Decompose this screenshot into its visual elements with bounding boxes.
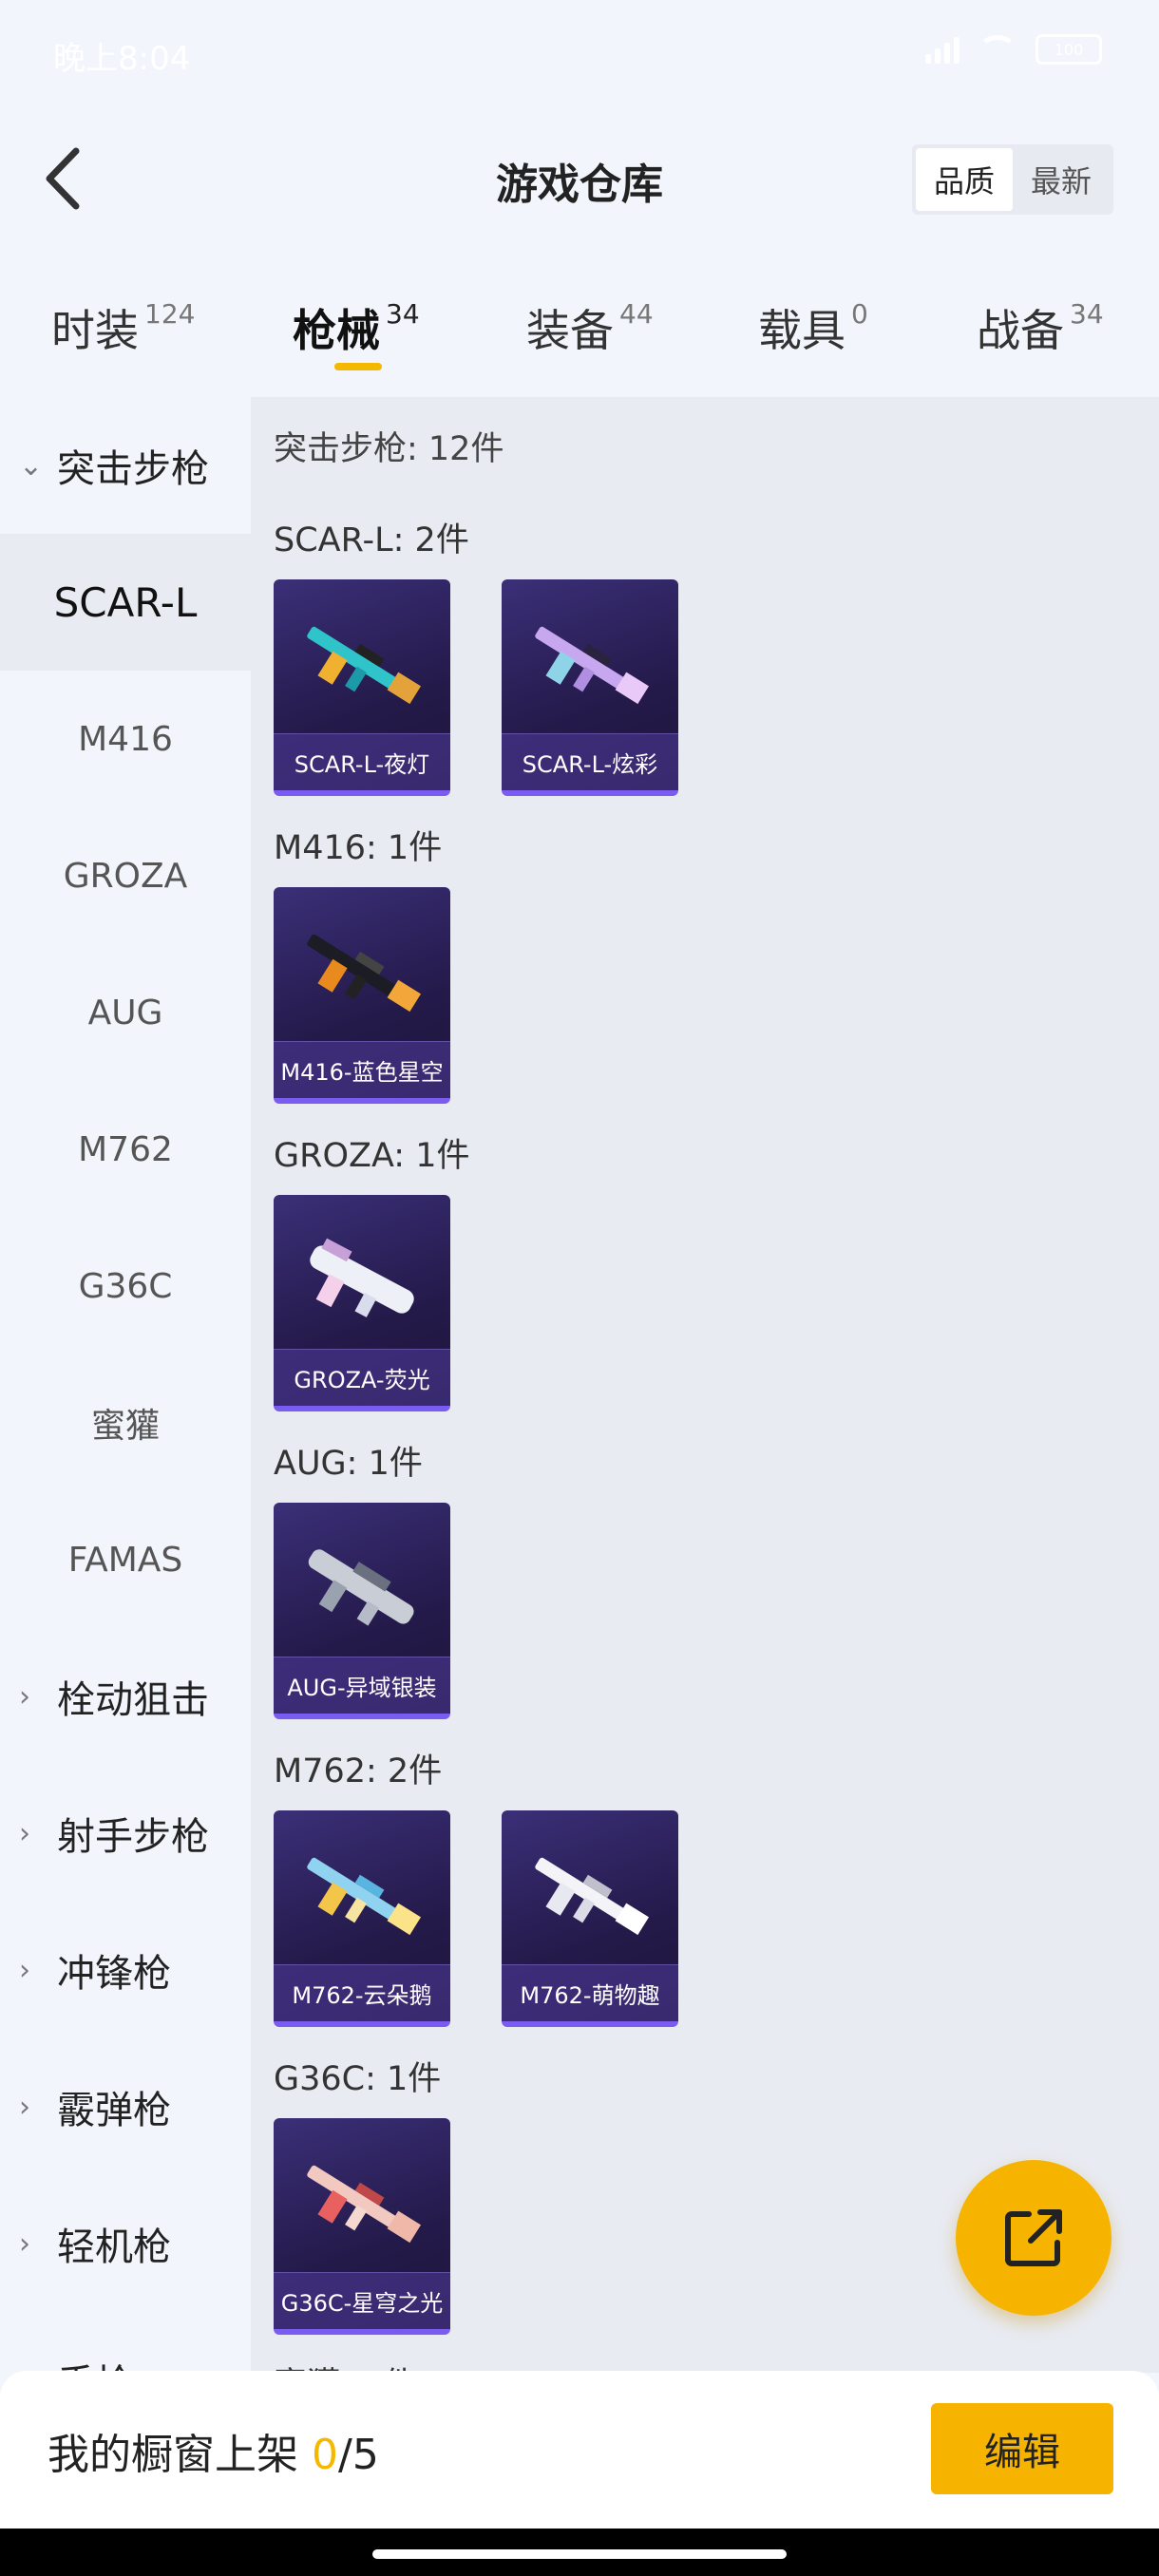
chevron-right-icon: ›: [19, 1816, 30, 1850]
sidebar-group-lmg[interactable]: › 轻机枪: [0, 2175, 251, 2312]
category-tabs: 时装 124 枪械 34 装备 44 载具 0 战备 34: [0, 275, 1159, 389]
section-title: SCAR-L: 2件: [274, 521, 469, 559]
tab-equipment[interactable]: 装备 44: [526, 296, 654, 359]
wifi-icon: [978, 35, 1016, 64]
section-title: G36C: 1件: [274, 2060, 442, 2098]
sidebar-item-aug[interactable]: AUG: [0, 944, 251, 1081]
rifle-icon: [307, 934, 422, 1013]
sidebar-group-label: 手枪: [57, 2353, 133, 2373]
sidebar-group-label: 射手步枪: [57, 1815, 209, 1859]
tab-label: 装备: [526, 305, 614, 356]
rifle-icon: [307, 1857, 422, 1936]
sidebar-item-groza[interactable]: GROZA: [0, 807, 251, 944]
sidebar-group-label: 冲锋枪: [57, 1952, 171, 1996]
item-card-label: M762-萌物趣: [502, 1964, 678, 2021]
tab-count: 44: [619, 298, 654, 330]
rifle-icon: [307, 626, 422, 705]
rifle-icon: [310, 1238, 414, 1317]
rifle-icon: [308, 1549, 414, 1626]
sidebar-group-label: 栓动狙击: [57, 1678, 209, 1722]
status-bar: 晚上8:04 100: [0, 0, 1159, 104]
sidebar-item-m416[interactable]: M416: [0, 671, 251, 807]
sidebar-group-label: 霰弹枪: [57, 2089, 171, 2132]
tab-vehicles[interactable]: 载具 0: [758, 296, 868, 359]
battery-level: 100: [1054, 40, 1084, 59]
home-indicator[interactable]: [372, 2549, 787, 2559]
item-grid-panel: 突击步枪: 12件 SCAR-L: 2件 SCAR-L-夜灯 SCAR-L-炫彩…: [251, 397, 1159, 2373]
section-title: M762: 2件: [274, 1752, 443, 1790]
tab-count: 34: [386, 298, 420, 330]
sidebar-group-assault-rifles[interactable]: ⌄ 突击步枪: [0, 397, 251, 534]
item-card[interactable]: M762-云朵鹅: [274, 1810, 450, 2027]
sidebar-group-dmr[interactable]: › 射手步枪: [0, 1765, 251, 1902]
sidebar-item-famas[interactable]: FAMAS: [0, 1491, 251, 1628]
item-card-label: M416-蓝色星空: [274, 1041, 450, 1098]
edit-button[interactable]: 编辑: [931, 2403, 1113, 2494]
item-card[interactable]: M762-萌物趣: [502, 1810, 678, 2027]
active-tab-indicator: [334, 363, 382, 370]
tab-count: 34: [1070, 298, 1104, 330]
sort-latest-button[interactable]: 最新: [1013, 148, 1110, 211]
tab-count: 124: [144, 298, 196, 330]
chevron-right-icon: ›: [19, 1679, 30, 1714]
tab-count: 0: [851, 298, 868, 330]
tab-label: 战备: [977, 305, 1064, 356]
sidebar-group-shotgun[interactable]: › 霰弹枪: [0, 2038, 251, 2175]
tab-label: 载具: [758, 305, 846, 356]
sidebar-group-label: 突击步枪: [57, 447, 209, 491]
external-link-icon: [1005, 2209, 1062, 2266]
sidebar-item-m762[interactable]: M762: [0, 1081, 251, 1218]
rifle-icon: [307, 2165, 422, 2244]
tab-label: 枪械: [293, 305, 380, 356]
status-icons: 100: [925, 34, 1102, 65]
sidebar-group-pistol[interactable]: › 手枪: [0, 2312, 251, 2373]
showcase-label: 我的橱窗上架: [48, 2431, 312, 2479]
category-title: 突击步枪: 12件: [274, 430, 504, 468]
sidebar-group-bolt-sniper[interactable]: › 栓动狙击: [0, 1628, 251, 1765]
showcase-total-count: /5: [338, 2431, 379, 2479]
tab-fashion[interactable]: 时装 124: [51, 296, 195, 359]
section-title: AUG: 1件: [274, 1445, 423, 1483]
rifle-icon: [535, 626, 650, 705]
tab-battle-prep[interactable]: 战备 34: [977, 296, 1104, 359]
header: 游戏仓库 品质 最新: [0, 123, 1159, 237]
sort-toggle: 品质 最新: [912, 144, 1113, 215]
battery-icon: 100: [1036, 34, 1102, 65]
item-card[interactable]: SCAR-L-夜灯: [274, 579, 450, 796]
sidebar-item-scar-l[interactable]: SCAR-L: [0, 534, 251, 671]
tab-label: 时装: [51, 305, 139, 356]
section-title: GROZA: 1件: [274, 1137, 470, 1175]
showcase-bar: 我的橱窗上架 0/5 编辑: [0, 2371, 1159, 2529]
chevron-right-icon: ›: [19, 1953, 30, 1987]
sidebar-item-honey-badger[interactable]: 蜜獾: [0, 1354, 251, 1491]
section-title: M416: 1件: [274, 829, 443, 867]
showcase-status: 我的橱窗上架 0/5: [48, 2420, 379, 2481]
status-time: 晚上8:04: [53, 40, 191, 78]
item-card-label: SCAR-L-炫彩: [502, 733, 678, 790]
item-card-label: G36C-星穹之光: [274, 2272, 450, 2329]
item-card-label: GROZA-荧光: [274, 1349, 450, 1406]
sidebar-item-g36c[interactable]: G36C: [0, 1218, 251, 1354]
chevron-right-icon: ›: [19, 2226, 30, 2261]
sidebar-group-label: 轻机枪: [57, 2226, 171, 2269]
system-nav-bar: [0, 2529, 1159, 2576]
share-button[interactable]: [956, 2160, 1112, 2316]
item-card[interactable]: SCAR-L-炫彩: [502, 579, 678, 796]
sidebar-group-smg[interactable]: › 冲锋枪: [0, 1902, 251, 2038]
tab-guns[interactable]: 枪械 34: [293, 296, 420, 359]
rifle-icon: [535, 1857, 650, 1936]
item-card-label: SCAR-L-夜灯: [274, 733, 450, 790]
sort-quality-button[interactable]: 品质: [916, 148, 1013, 211]
showcase-current-count: 0: [312, 2431, 338, 2479]
sidebar: ⌄ 突击步枪 SCAR-L M416 GROZA AUG M762 G36C 蜜…: [0, 397, 251, 2373]
item-card[interactable]: AUG-异域银装: [274, 1503, 450, 1719]
chevron-right-icon: ›: [19, 2090, 30, 2124]
item-card[interactable]: GROZA-荧光: [274, 1195, 450, 1411]
item-card-label: AUG-异域银装: [274, 1657, 450, 1714]
chevron-down-icon: ⌄: [19, 448, 44, 483]
item-card-label: M762-云朵鹅: [274, 1964, 450, 2021]
item-card[interactable]: M416-蓝色星空: [274, 887, 450, 1104]
signal-icon: [925, 35, 960, 64]
item-card[interactable]: G36C-星穹之光: [274, 2118, 450, 2335]
